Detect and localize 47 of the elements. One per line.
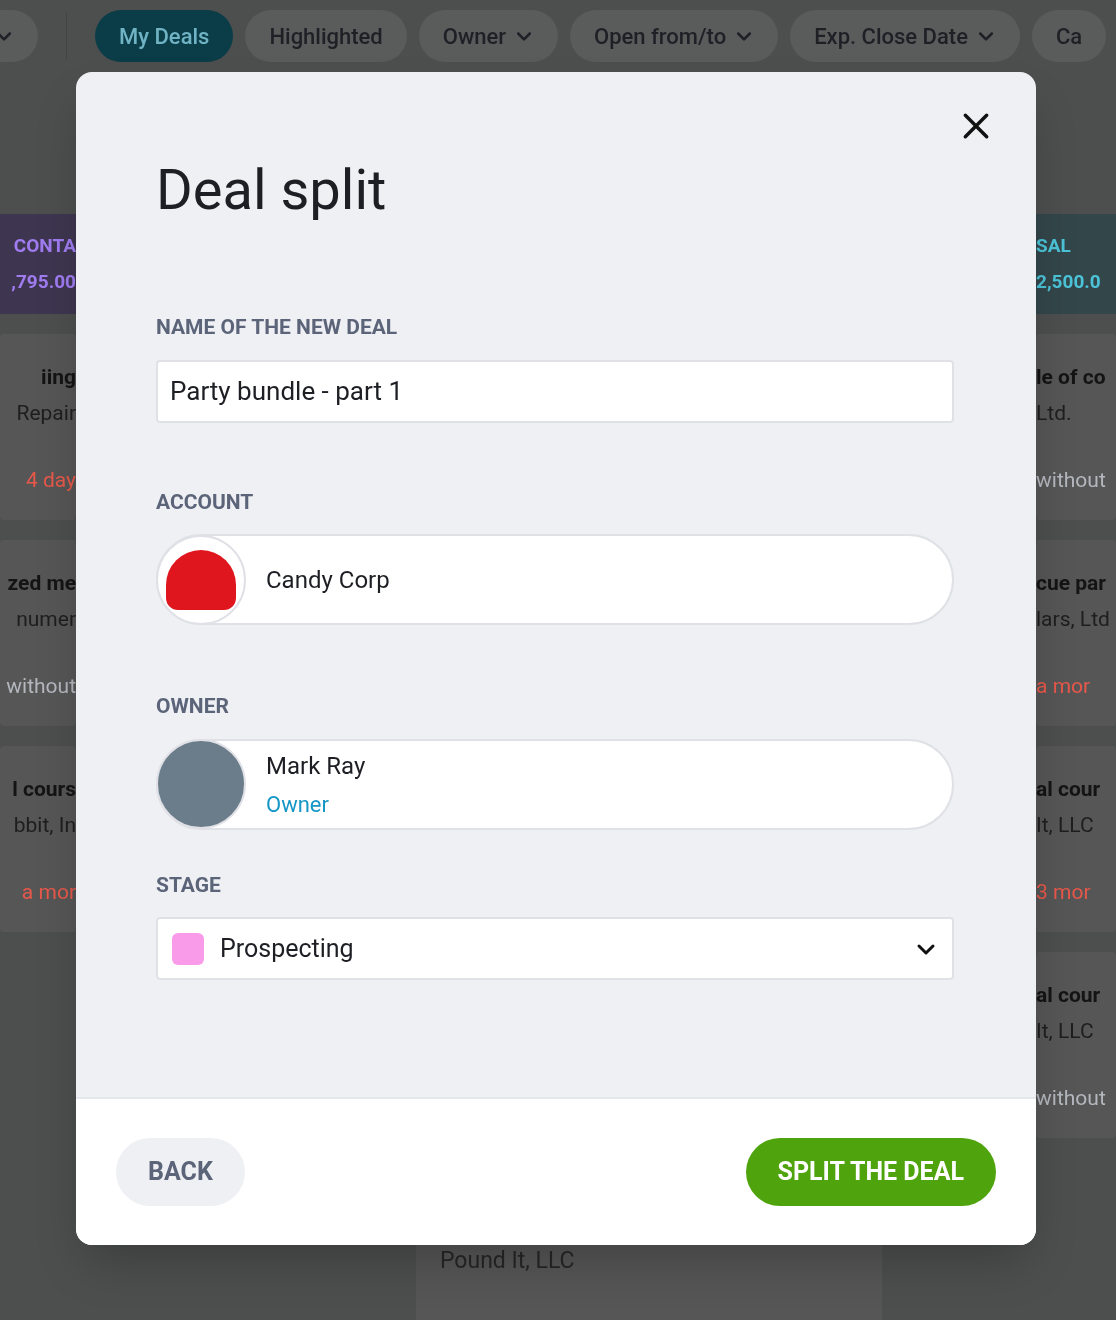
owner-select[interactable]: Mark Ray Owner	[156, 738, 954, 830]
filter-chip[interactable]: Ca	[1031, 10, 1107, 62]
field-label: ACCOUNT	[156, 488, 255, 516]
deal-card[interactable]: cue par lars, Ltd a mor	[1036, 540, 1116, 726]
owner-role: Owner	[266, 790, 330, 819]
deal-name-field[interactable]: Party bundle - part 1	[156, 359, 954, 423]
account-name: Ltd.	[1036, 399, 1072, 427]
deal-card[interactable]: le of co Ltd. without	[1036, 334, 1116, 520]
field-label: NAME OF THE NEW DEAL	[156, 314, 399, 341]
stage-amount: ,795.00	[11, 269, 76, 295]
split-button[interactable]: SPLIT THE DEAL	[745, 1138, 996, 1206]
deal-title: zed me	[7, 570, 76, 597]
deal-title: iing	[41, 364, 76, 391]
owner-name: Mark Ray	[266, 750, 366, 782]
due-text: without	[1036, 1085, 1106, 1112]
stage-dropdown[interactable]: Prospecting	[156, 917, 954, 980]
deal-title: al cour	[1036, 776, 1101, 803]
account-name: numer	[16, 605, 76, 633]
due-text: a mor	[1036, 673, 1091, 700]
deal-title: le of co	[1036, 364, 1106, 391]
filter-chip[interactable]: Highlighted	[245, 10, 407, 62]
filter-chip[interactable]: Exp. Close Date	[790, 10, 1020, 62]
due-text: 3 mor	[1036, 879, 1091, 906]
stage-amount: 2,500.0	[1036, 269, 1101, 295]
filter-chip[interactable]: Owner	[418, 10, 559, 62]
dialog-title: Deal split	[156, 156, 388, 218]
account-name: Candy Corp	[266, 564, 390, 596]
filter-chip[interactable]: Open from/to	[570, 10, 779, 62]
deal-card[interactable]: iing Repair 4 day	[0, 334, 76, 520]
deal-card[interactable]: zed me numer without	[0, 540, 76, 726]
stage-title: SAL	[1036, 232, 1071, 259]
account-select[interactable]: Candy Corp	[156, 534, 954, 625]
stage-title: CONTA	[13, 232, 76, 259]
due-text: without	[6, 673, 76, 700]
deal-title: l cours	[12, 776, 76, 803]
due-text: a mor	[21, 879, 76, 906]
back-button[interactable]: BACK	[116, 1138, 245, 1206]
due-text: 4 day	[25, 467, 76, 494]
field-label: STAGE	[156, 871, 222, 899]
field-label: OWNER	[156, 693, 230, 720]
stage-value: Prospecting	[220, 932, 355, 965]
filter-chip[interactable]: My Deals	[95, 10, 234, 62]
deal-title: al cour	[1036, 982, 1101, 1009]
deal-title: cue par	[1036, 570, 1106, 597]
due-text: without	[1036, 467, 1106, 494]
account-name: Repair	[16, 399, 76, 427]
account-name: lars, Ltd	[1036, 605, 1110, 633]
